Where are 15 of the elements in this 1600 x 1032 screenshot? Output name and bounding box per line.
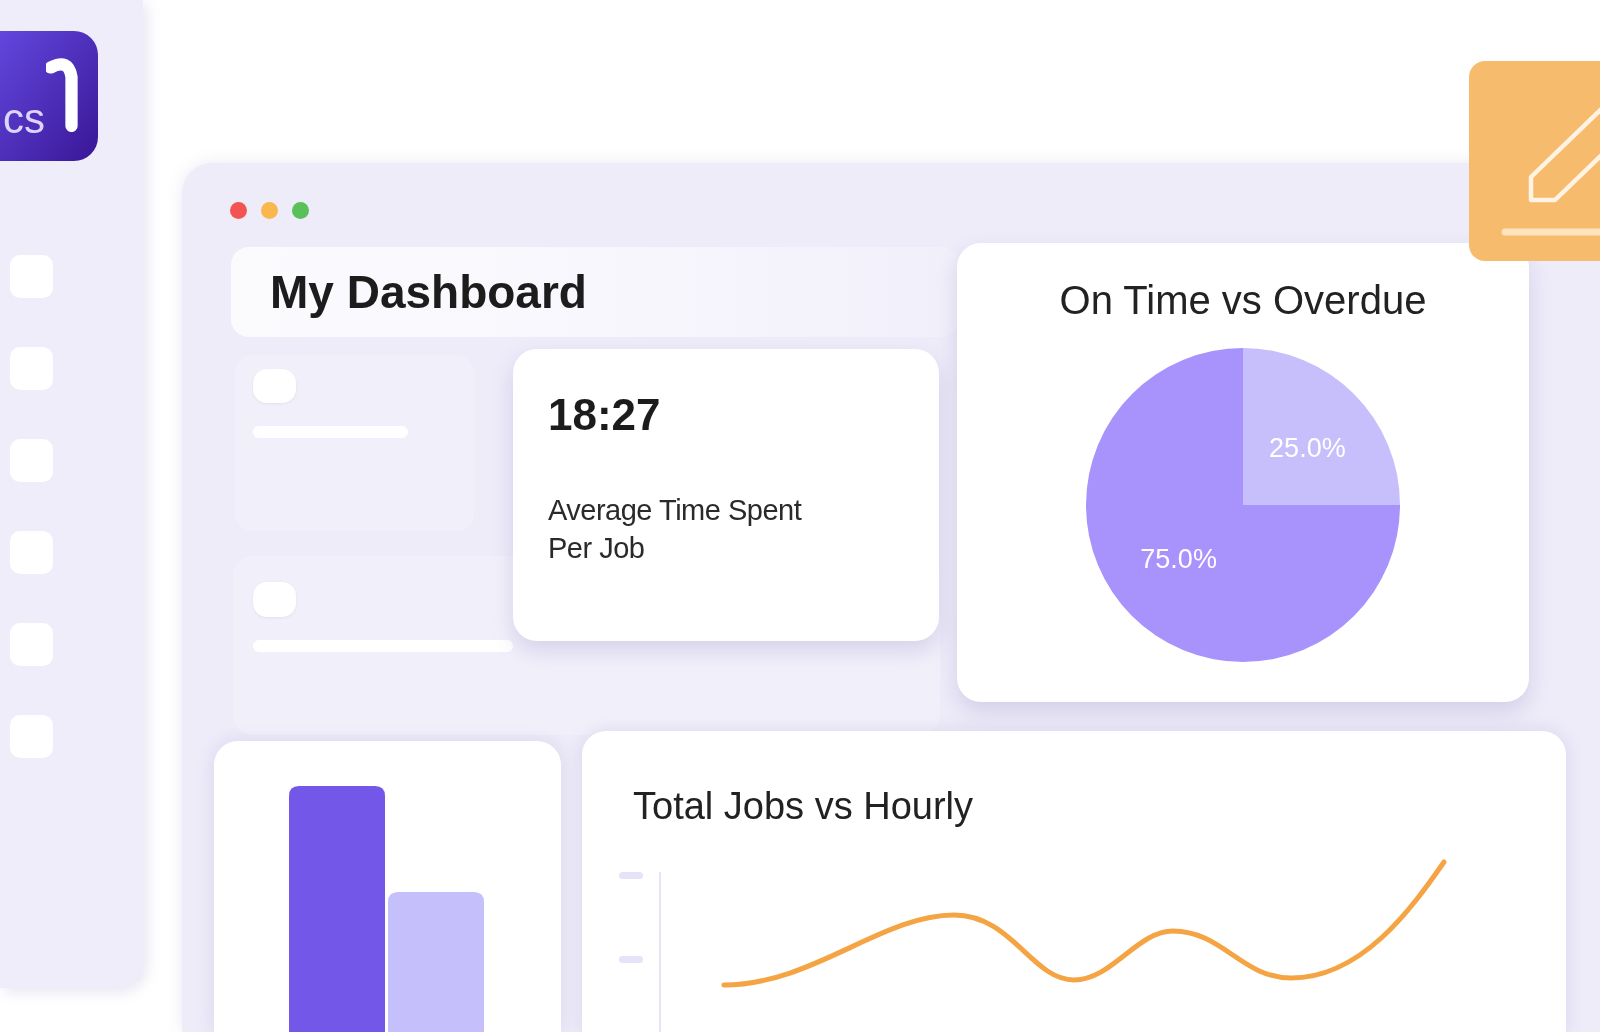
window-minimize-icon[interactable] — [261, 202, 278, 219]
skeleton-avatar-icon — [253, 582, 296, 617]
skeleton-avatar-icon — [253, 369, 296, 403]
stat-label: Average Time Spent Per Job — [548, 493, 803, 566]
stat-value: 18:27 — [548, 393, 661, 437]
chart-title: On Time vs Overdue — [1059, 277, 1427, 323]
logo-text: cs — [3, 97, 45, 141]
pie-value-label: 75.0% — [1140, 543, 1217, 574]
pie-value-label: 25.0% — [1269, 432, 1346, 463]
window-maximize-icon[interactable] — [292, 202, 309, 219]
dashboard-title: My Dashboard — [270, 266, 587, 318]
chart-title: Total Jobs vs Hourly — [633, 784, 973, 828]
pencil-icon[interactable] — [1469, 61, 1600, 261]
window-close-icon[interactable] — [230, 202, 247, 219]
logo[interactable]: cs — [0, 31, 98, 161]
